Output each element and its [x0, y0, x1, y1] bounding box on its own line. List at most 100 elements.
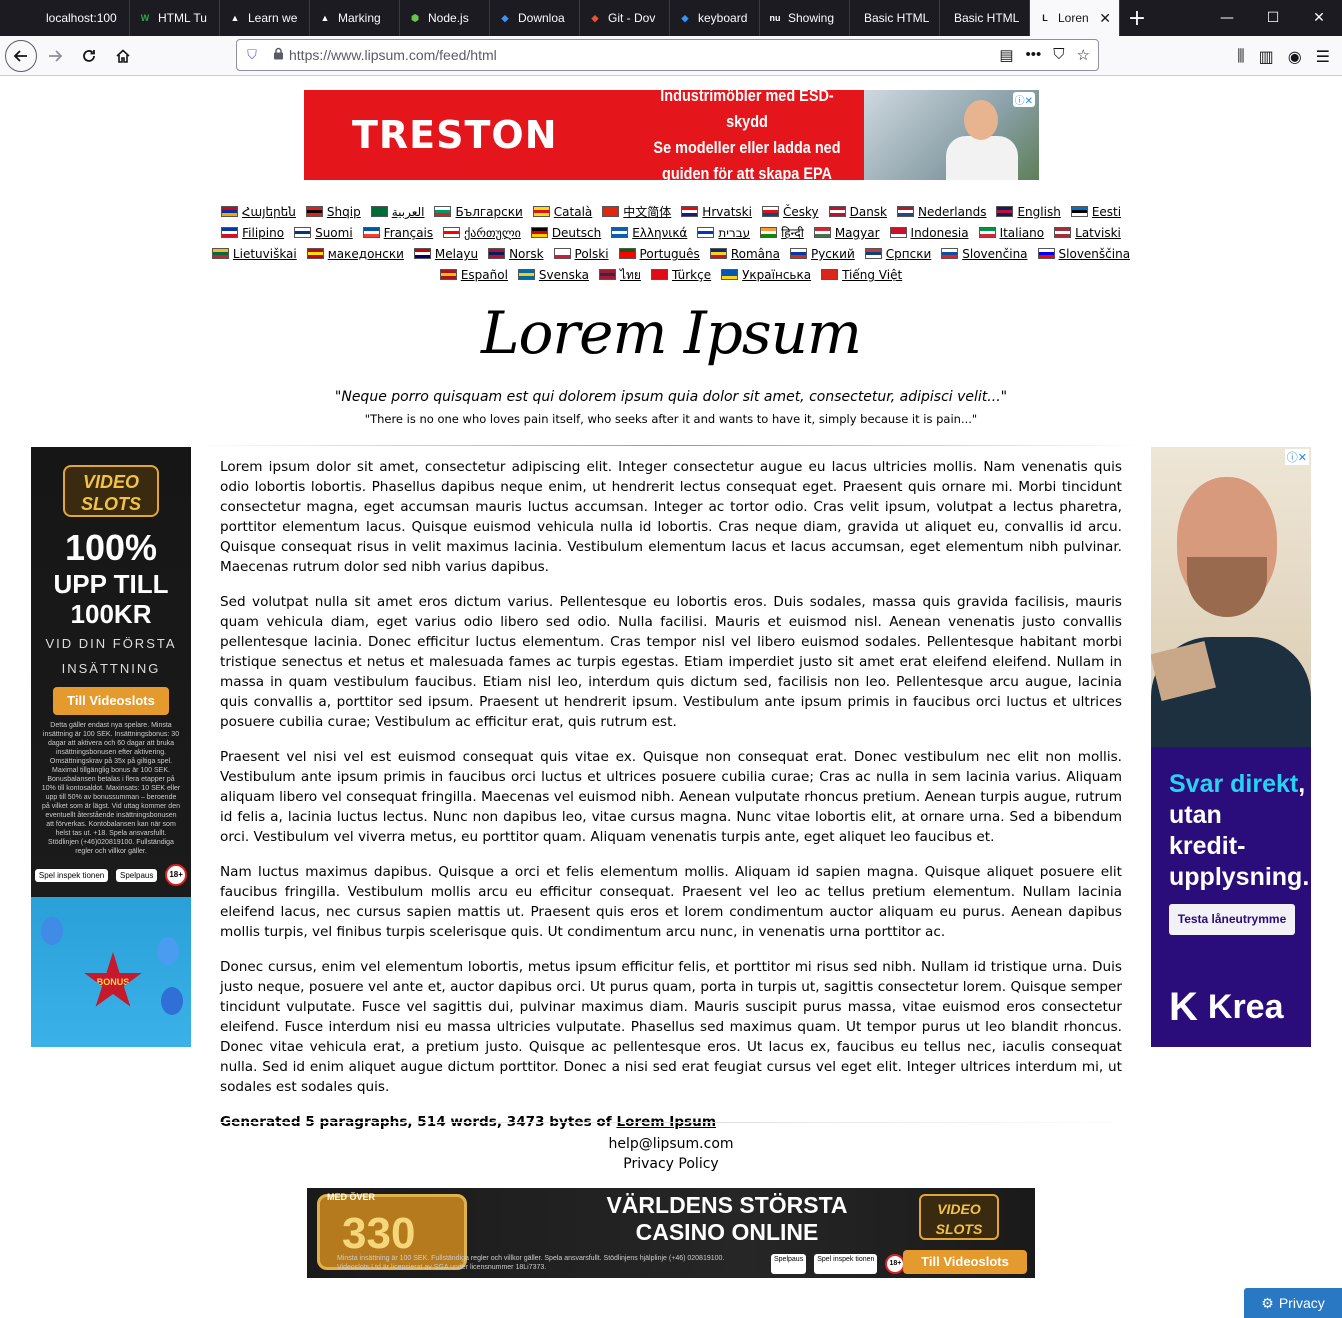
language-link[interactable]: Pycкий [789, 244, 855, 265]
krea-skyscraper-ad[interactable]: ⓘ✕ Svar direkt, utan kredit- upplysning.… [1151, 447, 1311, 1047]
language-name[interactable]: 中文简体 [623, 205, 671, 219]
language-name[interactable]: हिन्दी [781, 226, 804, 240]
testa-laneutrymme-button[interactable]: Testa låneutrymme [1169, 904, 1295, 935]
language-name[interactable]: English [1017, 205, 1060, 219]
tab[interactable]: localhost:100 [0, 0, 130, 36]
language-name[interactable]: Eesti [1092, 205, 1121, 219]
language-name[interactable]: Lietuviškai [233, 247, 297, 261]
language-link[interactable]: Tiếng Việt [821, 265, 902, 286]
minimize-icon[interactable]: — [1204, 0, 1250, 36]
language-name[interactable]: Français [384, 226, 433, 240]
language-name[interactable]: Româna [731, 247, 780, 261]
language-name[interactable]: Melayu [435, 247, 478, 261]
tab[interactable]: nu Showing [760, 0, 850, 36]
language-link[interactable]: ქართული [443, 223, 521, 244]
language-link[interactable]: العربية [370, 202, 425, 223]
language-name[interactable]: Türkçe [672, 268, 711, 282]
language-link[interactable]: Shqip [305, 202, 361, 223]
language-name[interactable]: Català [554, 205, 592, 219]
tab[interactable]: ⬢ Node.js [400, 0, 490, 36]
language-name[interactable]: Slovenčina [962, 247, 1027, 261]
language-name[interactable]: Dansk [850, 205, 887, 219]
tracking-protection-shield-icon[interactable]: ⛉ [237, 47, 267, 63]
language-name[interactable]: Latviski [1075, 226, 1121, 240]
language-name[interactable]: Pycкий [811, 247, 855, 261]
pocket-icon[interactable]: ⛉ [1053, 46, 1064, 64]
language-name[interactable]: עברית [718, 226, 750, 240]
language-name[interactable]: العربية [392, 205, 425, 219]
language-link[interactable]: Norsk [488, 244, 544, 265]
language-link[interactable]: Suomi [294, 223, 353, 244]
language-name[interactable]: Norsk [509, 247, 543, 261]
language-link[interactable]: Magyar [813, 223, 880, 244]
language-name[interactable]: Italiano [1000, 226, 1045, 240]
language-link[interactable]: Lietuviškai [211, 244, 297, 265]
language-link[interactable]: Català [532, 202, 592, 223]
back-button[interactable] [5, 39, 37, 72]
language-name[interactable]: Hrvatski [702, 205, 752, 219]
language-link[interactable]: Eesti [1070, 202, 1121, 223]
language-link[interactable]: Melayu [413, 244, 478, 265]
language-link[interactable]: Slovenščina [1037, 244, 1130, 265]
language-name[interactable]: Indonesia [911, 226, 969, 240]
language-link[interactable]: Slovenčina [941, 244, 1028, 265]
library-icon[interactable]: ⫼ [1237, 46, 1244, 66]
language-link[interactable]: Hrvatski [681, 202, 752, 223]
language-name[interactable]: Српски [886, 247, 932, 261]
address-bar[interactable]: ⛉ https://www.lipsum.com/feed/html ▤ •••… [236, 39, 1099, 71]
language-link[interactable]: Հայերեն [220, 202, 296, 223]
language-name[interactable]: ไทย [620, 268, 641, 282]
language-link[interactable]: Svenska [517, 265, 589, 286]
till-videoslots-button[interactable]: Till Videoslots [53, 687, 169, 715]
language-link[interactable]: Українська [721, 265, 811, 286]
privacy-settings-button[interactable]: ⚙ Privacy [1244, 1288, 1342, 1318]
language-link[interactable]: Français [362, 223, 433, 244]
videoslots-leaderboard-ad[interactable]: 330 MED ÖVER VÄRLDENS STÖRSTA CASINO ONL… [307, 1188, 1035, 1278]
help-email[interactable]: help@lipsum.com [0, 1134, 1342, 1154]
account-icon[interactable]: ◉ [1288, 47, 1302, 66]
tab[interactable]: W HTML Tu [130, 0, 220, 36]
adchoices-icon[interactable]: ⓘ✕ [1012, 92, 1035, 107]
language-link[interactable]: Türkçe [650, 265, 711, 286]
tab[interactable]: ▲ Learn we [220, 0, 310, 36]
language-link[interactable]: Dansk [828, 202, 887, 223]
bookmark-star-icon[interactable]: ☆ [1077, 46, 1090, 64]
maximize-icon[interactable]: ☐ [1250, 0, 1296, 36]
till-videoslots-button[interactable]: Till Videoslots [903, 1250, 1027, 1274]
adchoices-icon[interactable]: ⓘ✕ [1284, 449, 1309, 465]
language-name[interactable]: Español [461, 268, 508, 282]
language-link[interactable]: 中文简体 [602, 202, 671, 223]
sidebar-icon[interactable]: ▥ [1259, 47, 1274, 66]
language-link[interactable]: हिन्दी [760, 223, 804, 244]
treston-banner-ad[interactable]: TRESTON Industrimöbler med ESD-skydd Se … [304, 90, 1039, 180]
reload-button[interactable] [73, 40, 105, 72]
language-name[interactable]: Filipino [242, 226, 284, 240]
forward-button[interactable] [39, 40, 71, 72]
language-name[interactable]: Български [455, 205, 522, 219]
page-actions-icon[interactable]: ••• [1026, 46, 1042, 64]
new-tab-button[interactable]: + [1120, 0, 1154, 36]
language-link[interactable]: Polski [553, 244, 609, 265]
language-name[interactable]: ქართული [464, 226, 521, 240]
language-name[interactable]: македонски [328, 247, 404, 261]
language-link[interactable]: English [996, 202, 1061, 223]
language-name[interactable]: Ελληνικά [632, 226, 687, 240]
language-link[interactable]: Ελληνικά [611, 223, 687, 244]
menu-icon[interactable]: ☰ [1316, 47, 1330, 66]
language-link[interactable]: Latviski [1054, 223, 1121, 244]
language-name[interactable]: Suomi [315, 226, 353, 240]
close-window-icon[interactable]: ✕ [1296, 0, 1342, 36]
tab[interactable]: ▲ Marking [310, 0, 400, 36]
tab[interactable]: ◆ Downloa [490, 0, 580, 36]
lock-icon[interactable] [267, 47, 289, 63]
language-name[interactable]: Česky [783, 205, 819, 219]
language-link[interactable]: Български [434, 202, 523, 223]
language-link[interactable]: Italiano [978, 223, 1045, 244]
language-name[interactable]: Հայերեն [242, 205, 296, 219]
url-text[interactable]: https://www.lipsum.com/feed/html [289, 47, 497, 63]
language-link[interactable]: Indonesia [889, 223, 969, 244]
language-link[interactable]: македонски [306, 244, 404, 265]
language-name[interactable]: Українська [742, 268, 811, 282]
language-name[interactable]: Deutsch [552, 226, 601, 240]
language-name[interactable]: Magyar [835, 226, 880, 240]
